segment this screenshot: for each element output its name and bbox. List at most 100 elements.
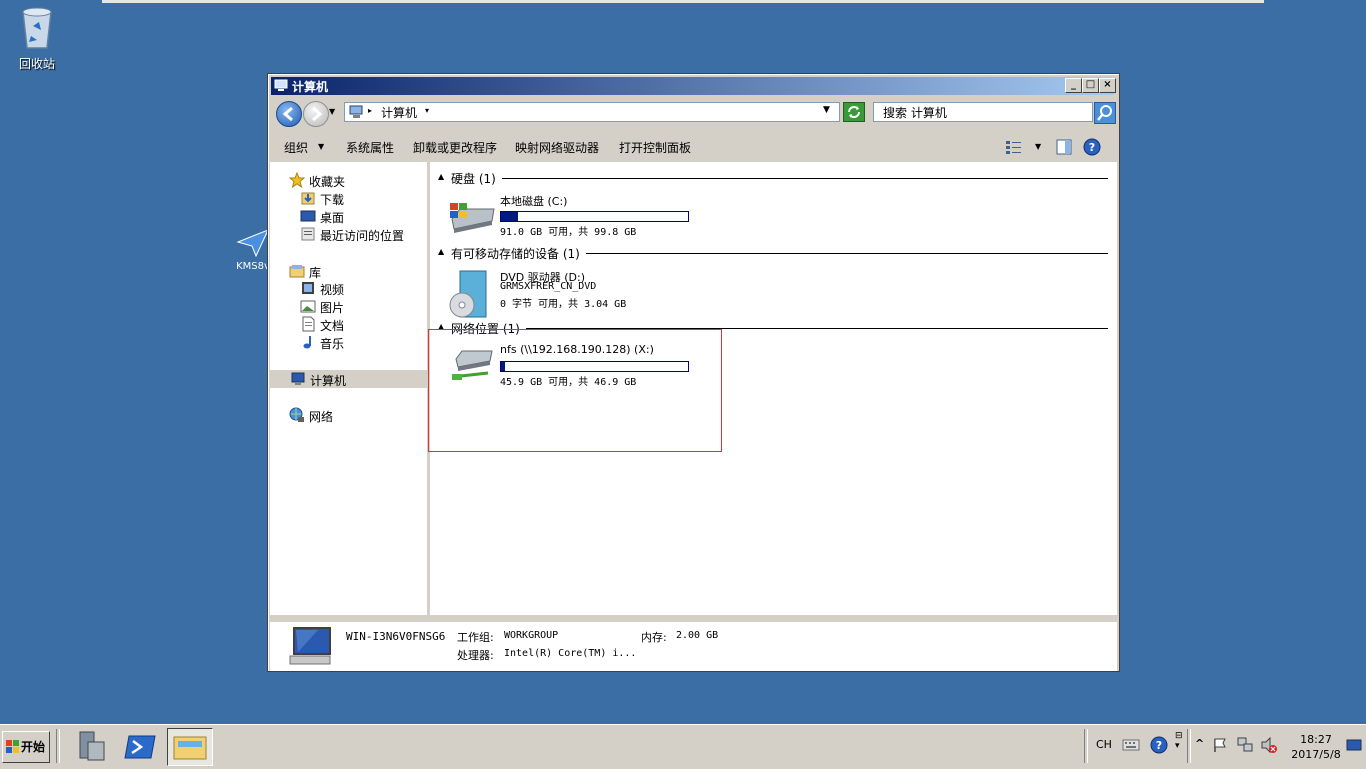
title-bar[interactable]: 计算机 _ □ × (271, 77, 1116, 95)
nav-downloads[interactable]: 下载 (270, 189, 427, 207)
history-dropdown-icon[interactable]: ▼ (329, 107, 335, 116)
explorer-taskbar-button[interactable] (167, 728, 213, 766)
nav-libraries[interactable]: 库 (270, 262, 427, 280)
breadcrumb-chevron-icon[interactable]: ▸ (368, 106, 372, 115)
network-tray-icon[interactable] (1236, 736, 1254, 754)
top-window-strip (102, 0, 1264, 3)
server-manager-taskbar-button[interactable] (70, 728, 114, 764)
group-removable-label: 有可移动存储的设备 (1) (451, 245, 586, 262)
computer-small-icon (349, 105, 363, 118)
action-center-flag-icon[interactable] (1212, 737, 1228, 753)
nav-pictures-label: 图片 (320, 301, 345, 315)
group-header-hdd[interactable]: ▲ 硬盘 (1) (438, 170, 1108, 187)
collapse-triangle-icon[interactable]: ▲ (438, 172, 444, 181)
computer-name: WIN-I3N6V0FNSG6 (346, 630, 446, 643)
computer-icon (274, 79, 288, 91)
ime-options-icon[interactable]: ⊟ ▾ (1175, 731, 1183, 751)
volume-muted-icon[interactable] (1260, 736, 1278, 754)
nav-music-label: 音乐 (320, 337, 345, 351)
music-icon (303, 336, 311, 349)
libraries-folder-icon (289, 265, 305, 278)
nav-desktop[interactable]: 桌面 (270, 207, 427, 225)
address-dropdown-icon[interactable]: ▼ (823, 105, 830, 115)
drive-c[interactable]: 本地磁盘 (C:) 91.0 GB 可用，共 99.8 GB (448, 193, 708, 253)
nav-desktop-label: 桌面 (320, 211, 345, 225)
drive-c-name: 本地磁盘 (C:) (500, 195, 568, 208)
show-desktop-icon[interactable] (1346, 739, 1362, 753)
view-dropdown-icon[interactable]: ▼ (1035, 142, 1041, 151)
documents-icon (302, 316, 315, 332)
svg-text:?: ? (1156, 739, 1162, 752)
nav-favorites[interactable]: 收藏夹 (270, 171, 427, 189)
powershell-icon (124, 735, 156, 759)
nav-documents[interactable]: 文档 (270, 315, 427, 333)
drive-c-usage-bar (500, 211, 689, 222)
open-control-panel-button[interactable]: 打开控制面板 (619, 139, 691, 156)
nav-recent-places[interactable]: 最近访问的位置 (270, 225, 427, 243)
forward-arrow-icon (312, 106, 323, 122)
maximize-button[interactable]: □ (1082, 78, 1099, 93)
computer-large-icon (289, 627, 331, 665)
powershell-taskbar-button[interactable] (119, 728, 163, 764)
back-button[interactable] (276, 101, 302, 127)
show-hidden-icons-icon[interactable]: ^ (1195, 737, 1204, 750)
keyboard-icon[interactable] (1122, 737, 1140, 753)
organize-menu[interactable]: 组织 (284, 139, 308, 156)
nav-downloads-label: 下载 (320, 193, 345, 207)
breadcrumb-dropdown-icon[interactable]: ▾ (425, 106, 429, 115)
breadcrumb-computer[interactable]: 计算机 (381, 104, 417, 121)
recycle-bin-label: 回收站 (18, 57, 55, 71)
processor-label: 处理器: (457, 649, 494, 662)
nav-pictures[interactable]: 图片 (270, 297, 427, 315)
help-tray-icon[interactable]: ? (1150, 736, 1168, 754)
help-icon[interactable]: ? (1083, 138, 1101, 156)
clock-date: 2017/5/8 (1291, 748, 1341, 761)
nav-network-label: 网络 (309, 410, 334, 424)
tray-separator-2 (1187, 729, 1191, 763)
preview-pane-icon[interactable] (1056, 139, 1072, 155)
view-options-icon[interactable] (1005, 139, 1023, 155)
nav-videos[interactable]: 视频 (270, 279, 427, 297)
nav-videos-label: 视频 (320, 283, 345, 297)
nav-music[interactable]: 音乐 (270, 333, 427, 351)
downloads-folder-icon (301, 192, 315, 205)
star-icon (289, 172, 305, 188)
refresh-icon (848, 106, 860, 118)
refresh-button[interactable] (843, 102, 865, 122)
map-network-drive-button[interactable]: 映射网络驱动器 (515, 139, 599, 156)
hard-disk-icon (450, 203, 495, 233)
tray-separator (1084, 729, 1088, 763)
start-button[interactable]: 开始 (2, 731, 50, 763)
recent-places-icon (301, 227, 315, 241)
dvd-drive-icon (449, 270, 487, 318)
kms-shortcut-icon (236, 229, 269, 258)
kms-shortcut-label: KMS8v (236, 261, 270, 272)
address-box[interactable]: ▸ 计算机 ▾ ▼ (344, 102, 840, 122)
computer-icon (291, 372, 305, 385)
group-header-removable[interactable]: ▲ 有可移动存储的设备 (1) (438, 245, 1108, 262)
workgroup-value: WORKGROUP (504, 630, 559, 641)
nav-network[interactable]: 网络 (270, 406, 427, 424)
recycle-bin-desktop-icon[interactable]: 回收站 (10, 6, 64, 72)
nav-computer[interactable]: 计算机 (270, 370, 427, 388)
kms-shortcut-desktop-icon[interactable]: KMS8v (236, 228, 270, 272)
drive-c-info: 91.0 GB 可用，共 99.8 GB (500, 227, 637, 238)
command-bar: 组织 ▼ 系统属性 卸载或更改程序 映射网络驱动器 打开控制面板 ▼ ? (270, 132, 1117, 162)
system-properties-button[interactable]: 系统属性 (346, 139, 394, 156)
pictures-icon (300, 300, 316, 313)
organize-dropdown-icon[interactable]: ▼ (318, 142, 324, 151)
nav-documents-label: 文档 (320, 319, 345, 333)
language-indicator[interactable]: CH (1096, 738, 1112, 751)
memory-label: 内存: (641, 631, 667, 644)
search-input[interactable]: 搜索 计算机 (873, 102, 1093, 122)
collapse-triangle-icon[interactable]: ▲ (438, 247, 444, 256)
minimize-button[interactable]: _ (1065, 78, 1082, 93)
close-button[interactable]: × (1099, 78, 1116, 93)
system-clock[interactable]: 18:27 2017/5/8 (1286, 732, 1346, 762)
network-icon (289, 407, 304, 422)
uninstall-program-button[interactable]: 卸载或更改程序 (413, 139, 497, 156)
search-button[interactable] (1094, 102, 1116, 124)
forward-button[interactable] (303, 101, 329, 127)
desktop-icon (300, 210, 316, 222)
recycle-bin-icon (22, 7, 52, 49)
